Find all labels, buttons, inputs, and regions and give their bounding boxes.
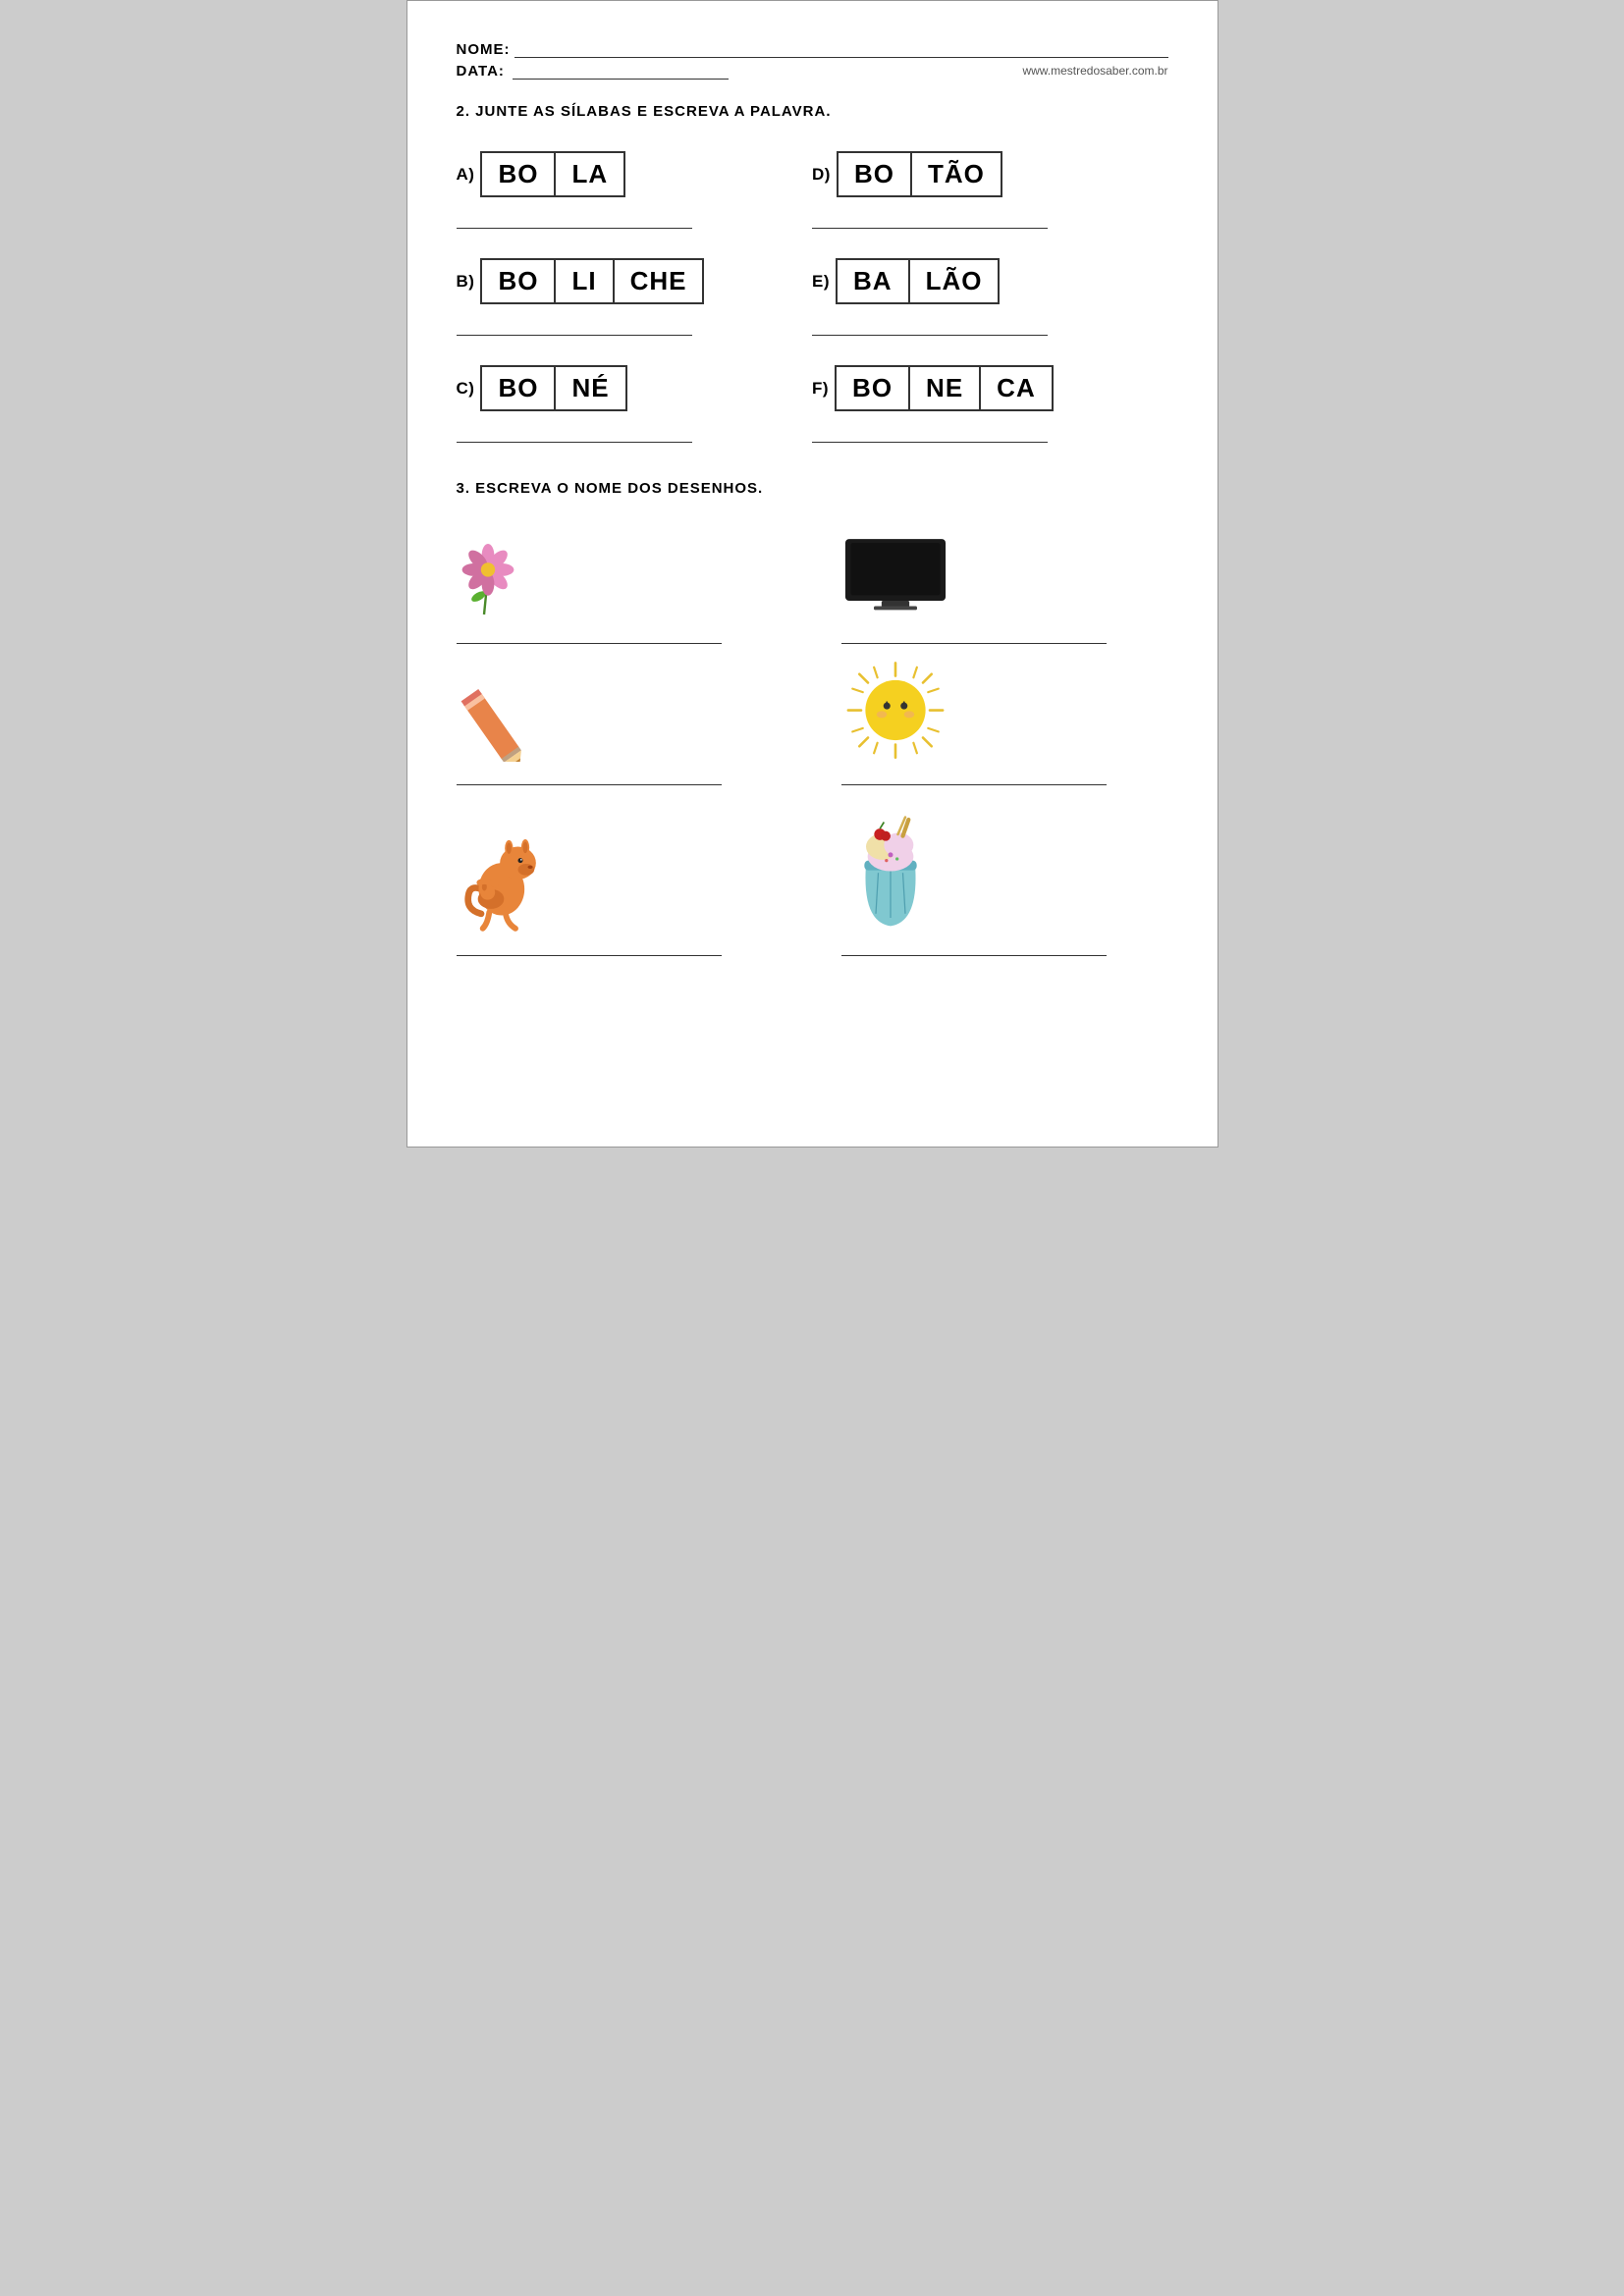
drawing-item-sun <box>812 654 1168 795</box>
label-D: D) <box>812 165 831 185</box>
label-B: B) <box>457 272 475 292</box>
syllable-item-A: A) BO LA <box>457 141 813 248</box>
drawing-item-tv <box>812 512 1168 654</box>
section2: 2. JUNTE AS SÍLABAS E ESCREVA A PALAVRA.… <box>457 103 1168 462</box>
answer-line-A[interactable] <box>457 211 692 229</box>
syllable-item-F: F) BO NE CA <box>812 355 1168 462</box>
worksheet-page: NOME: DATA: www.mestredosaber.com.br 2. … <box>406 0 1218 1148</box>
pencil-answer-line[interactable] <box>457 768 722 785</box>
flower-image <box>457 522 565 620</box>
syllable-item-E: E) BA LÃO <box>812 248 1168 355</box>
drawing-item-icecream <box>812 795 1168 966</box>
syl-BO-F: BO <box>835 365 910 411</box>
syllable-row-C: C) BO NÉ <box>457 365 813 411</box>
label-C: C) <box>457 379 475 399</box>
tv-answer-line[interactable] <box>841 626 1107 644</box>
nome-label: NOME: <box>457 41 511 58</box>
flower-svg <box>457 522 535 620</box>
syllable-row-E: E) BA LÃO <box>812 258 1168 304</box>
tv-image <box>841 522 949 620</box>
syl-LAO: LÃO <box>910 258 1001 304</box>
syl-BA: BA <box>836 258 910 304</box>
syl-NE-F: NE <box>910 365 981 411</box>
section3-title: 3. ESCREVA O NOME DOS DESENHOS. <box>457 480 1168 497</box>
section2-title: 2. JUNTE AS SÍLABAS E ESCREVA A PALAVRA. <box>457 103 1168 120</box>
answer-line-C[interactable] <box>457 425 692 443</box>
syl-TAO: TÃO <box>912 151 1002 197</box>
syl-BO-C: BO <box>480 365 556 411</box>
answer-line-E[interactable] <box>812 318 1048 336</box>
pencil-svg <box>457 664 565 762</box>
label-A: A) <box>457 165 475 185</box>
syl-BO-A: BO <box>480 151 556 197</box>
syl-CA: CA <box>981 365 1054 411</box>
kangaroo-svg <box>457 805 555 933</box>
icecream-answer-line[interactable] <box>841 938 1107 956</box>
syl-LA: LA <box>556 151 625 197</box>
syl-CHE: CHE <box>615 258 705 304</box>
syllable-item-D: D) BO TÃO <box>812 141 1168 248</box>
syl-NE: NÉ <box>556 365 626 411</box>
label-E: E) <box>812 272 830 292</box>
answer-line-B[interactable] <box>457 318 692 336</box>
drawing-item-flower <box>457 512 813 654</box>
data-underline <box>513 62 729 80</box>
data-line: DATA: <box>457 62 729 80</box>
syllable-row-D: D) BO TÃO <box>812 151 1168 197</box>
header-row2: DATA: www.mestredosaber.com.br <box>457 62 1168 80</box>
syl-LI: LI <box>556 258 614 304</box>
syllable-row-B: B) BO LI CHE <box>457 258 813 304</box>
syllable-row-F: F) BO NE CA <box>812 365 1168 411</box>
drawings-grid <box>457 512 1168 966</box>
data-label: DATA: <box>457 63 505 80</box>
icecream-svg <box>841 805 940 933</box>
flower-answer-line[interactable] <box>457 626 722 644</box>
kangaroo-answer-line[interactable] <box>457 938 722 956</box>
website-text: www.mestredosaber.com.br <box>1022 64 1167 78</box>
nome-underline <box>514 40 1168 58</box>
kangaroo-image <box>457 805 565 933</box>
answer-line-D[interactable] <box>812 211 1048 229</box>
sun-answer-line[interactable] <box>841 768 1107 785</box>
header-section: NOME: DATA: www.mestredosaber.com.br <box>457 40 1168 80</box>
drawing-item-pencil <box>457 654 813 795</box>
syl-BO-B: BO <box>480 258 556 304</box>
syllable-item-B: B) BO LI CHE <box>457 248 813 355</box>
nome-line: NOME: <box>457 40 1168 58</box>
section3: 3. ESCREVA O NOME DOS DESENHOS. <box>457 480 1168 966</box>
drawing-item-kangaroo <box>457 795 813 966</box>
answer-line-F[interactable] <box>812 425 1048 443</box>
icecream-image <box>841 805 949 933</box>
syllables-grid: A) BO LA D) BO TÃO B) BO <box>457 141 1168 462</box>
syllable-item-C: C) BO NÉ <box>457 355 813 462</box>
label-F: F) <box>812 379 829 399</box>
sun-image <box>841 664 949 762</box>
tv-svg <box>841 527 949 620</box>
syl-BO-D: BO <box>837 151 912 197</box>
sun-svg <box>841 659 949 762</box>
syllable-row-A: A) BO LA <box>457 151 813 197</box>
pencil-image <box>457 664 565 762</box>
